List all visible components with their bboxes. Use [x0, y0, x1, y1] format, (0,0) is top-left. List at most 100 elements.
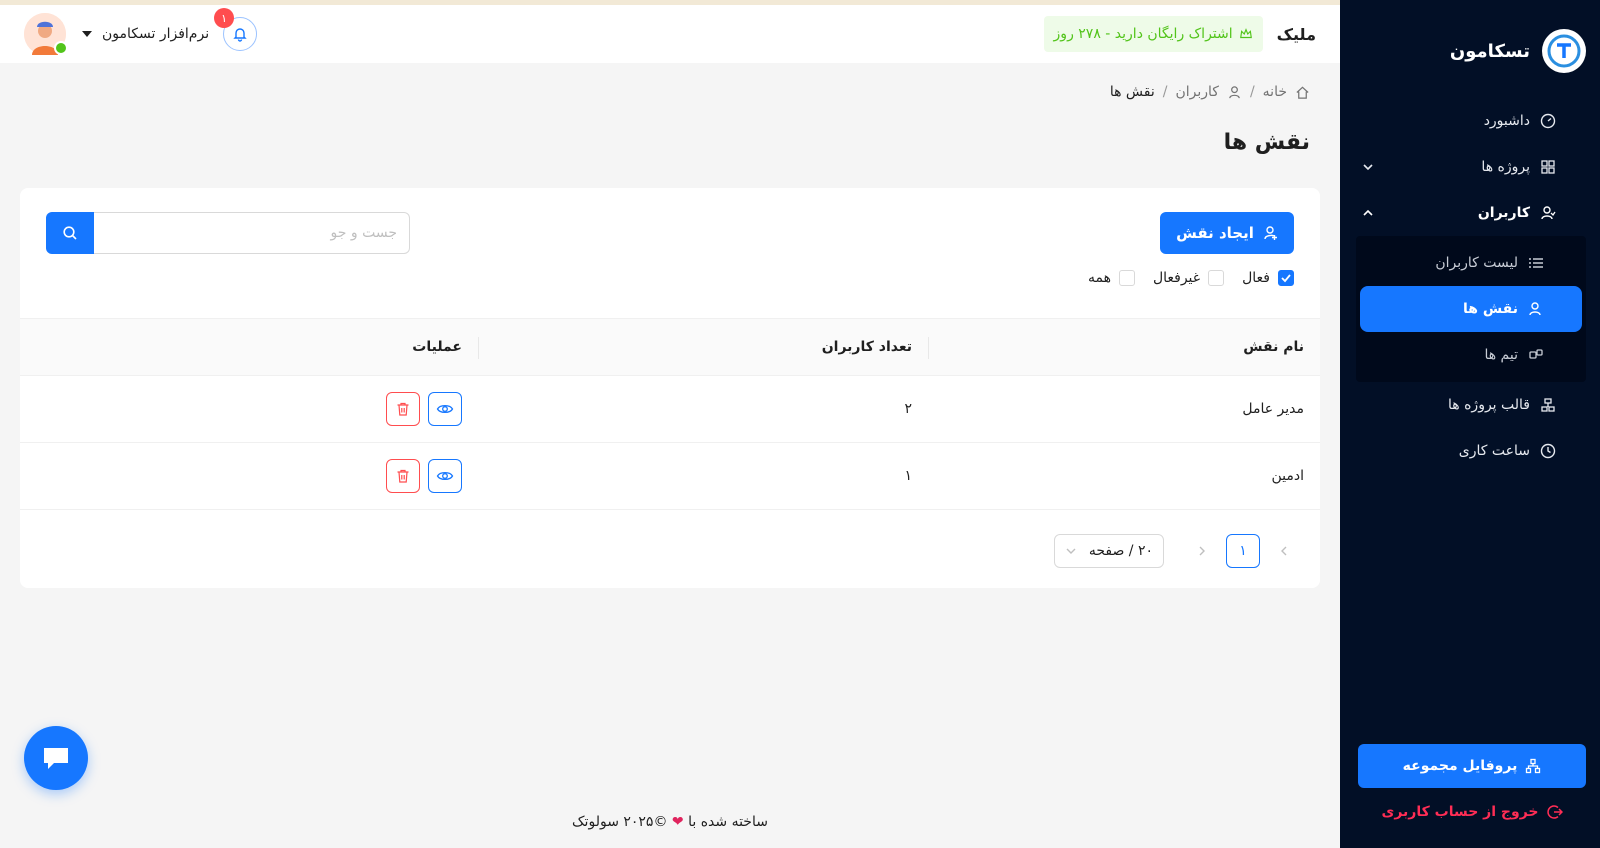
list-icon [1529, 258, 1543, 268]
user-area: نرم‌افزار تسکامون ۱ [24, 8, 258, 55]
brand[interactable]: تسکامون [1450, 28, 1586, 74]
sidebar-item-label: کاربران [1477, 205, 1530, 221]
actions-cell [20, 376, 478, 442]
page-number-button[interactable]: ۱ [1226, 534, 1260, 568]
footer-text-before: ساخته شده با [688, 814, 768, 830]
pagination: ۱ ۲۰ / صفحه [1054, 534, 1294, 568]
check-icon [1281, 274, 1291, 283]
organization-title: ملیک [1276, 24, 1316, 44]
users-submenu: لیست کاربران نقش ها تیم ها [1356, 236, 1586, 382]
user-count-cell: ۱ [904, 468, 912, 484]
logout-label: خروج از حساب کاربری [1381, 804, 1539, 820]
chevron-right-icon [1199, 546, 1205, 556]
dashboard-icon [1540, 113, 1556, 129]
page-size-value: ۲۰ / صفحه [1088, 543, 1153, 559]
filter-inactive[interactable]: غیرفعال [1153, 270, 1225, 286]
view-button[interactable] [428, 459, 462, 493]
sidebar-item-dashboard[interactable]: داشبورد [1340, 98, 1600, 144]
checkbox-all[interactable] [1118, 270, 1135, 286]
user-icon [1229, 85, 1240, 98]
sidebar-item-roles[interactable]: نقش ها [1360, 286, 1582, 332]
page-size-select[interactable]: ۲۰ / صفحه [1054, 534, 1164, 568]
delete-button[interactable] [386, 459, 420, 493]
notifications-button[interactable]: ۱ [214, 8, 258, 51]
sidebar-nav: داشبورد پروژه ها کاربران لیست کاربران نق… [1340, 98, 1600, 474]
sidebar-item-label: لیست کاربران [1435, 255, 1518, 271]
clock-icon [1540, 443, 1556, 459]
create-role-label: ایجاد نقش [1176, 224, 1254, 242]
brand-logo-icon [1542, 29, 1586, 73]
next-page-button[interactable] [1192, 541, 1212, 561]
grid-icon [1541, 160, 1555, 174]
previous-page-button[interactable] [1274, 541, 1294, 561]
search-icon [63, 226, 77, 240]
sidebar-item-users[interactable]: کاربران [1340, 190, 1600, 236]
heart-icon: ❤ [671, 814, 684, 830]
chevron-down-icon [1363, 164, 1373, 171]
chevron-up-icon [1363, 209, 1373, 216]
table-row: مدیر عامل ۲ [20, 376, 1320, 443]
caret-down-icon[interactable] [80, 27, 94, 41]
table-row: ادمین ۱ [20, 443, 1320, 510]
search-input[interactable] [94, 212, 410, 254]
chat-icon [44, 748, 68, 769]
profile-button-label: پروفایل مجموعه [1402, 758, 1518, 774]
chevron-left-icon [1281, 546, 1287, 556]
user-role-icon [1529, 302, 1541, 316]
filter-active[interactable]: فعال [1242, 270, 1294, 286]
breadcrumb: خانه / کاربران / نقش ها [1110, 84, 1310, 100]
sidebar-item-work-hours[interactable]: ساعت کاری [1340, 428, 1600, 474]
org-chart-icon [1526, 758, 1541, 774]
column-header-count: تعداد کاربران [478, 319, 928, 375]
create-role-button[interactable]: ایجاد نقش [1160, 212, 1294, 254]
sidebar-item-label: پروژه ها [1481, 159, 1530, 175]
sidebar-item-label: داشبورد [1483, 113, 1530, 129]
organization-profile-button[interactable]: پروفایل مجموعه [1358, 744, 1586, 788]
breadcrumb-users[interactable]: کاربران [1175, 84, 1218, 100]
status-filters: فعال غیرفعال همه [1088, 270, 1294, 286]
template-icon [1541, 398, 1555, 412]
sidebar-item-users-list[interactable]: لیست کاربران [1360, 240, 1582, 286]
column-header-actions: عملیات [412, 339, 462, 355]
notification-count-badge: ۱ [214, 8, 235, 28]
footer: ساخته شده با ❤ ©۲۰۲۵ سولوتک [0, 814, 1340, 830]
home-icon[interactable] [1295, 85, 1310, 100]
table-header: نام نقش تعداد کاربران عملیات [20, 318, 1320, 376]
sidebar-item-project-templates[interactable]: قالب پروژه ها [1340, 382, 1600, 428]
footer-text-after: ©۲۰۲۵ سولوتک [572, 814, 668, 830]
role-name-cell: مدیر عامل [1242, 401, 1304, 417]
top-header: ملیک اشتراک رایگان دارید - ۲۷۸ روز نرم‌ا… [0, 5, 1340, 63]
team-icon [1529, 349, 1543, 359]
filter-label: همه [1087, 270, 1111, 286]
breadcrumb-separator: / [1162, 84, 1168, 100]
sidebar-item-projects[interactable]: پروژه ها [1340, 144, 1600, 190]
delete-button[interactable] [386, 392, 420, 426]
logout-link[interactable]: خروج از حساب کاربری [1358, 794, 1586, 830]
checkbox-active[interactable] [1278, 270, 1294, 286]
sidebar-item-label: قالب پروژه ها [1448, 397, 1530, 413]
role-name-cell: ادمین [1271, 468, 1304, 484]
breadcrumb-home[interactable]: خانه [1263, 84, 1287, 100]
sidebar: تسکامون داشبورد پروژه ها کاربران لیست کا… [1340, 0, 1600, 848]
avatar[interactable] [24, 13, 68, 55]
user-name[interactable]: نرم‌افزار تسکامون [102, 26, 209, 42]
sidebar-item-teams[interactable]: تیم ها [1360, 332, 1582, 378]
user-count-cell: ۲ [904, 401, 912, 417]
page-title: نقش ها [1223, 130, 1310, 155]
roles-table: نام نقش تعداد کاربران عملیات مدیر عامل ۲… [20, 318, 1320, 510]
roles-card: ایجاد نقش فعال غیرفعال همه نام نقش تعداد… [20, 188, 1320, 588]
filter-all[interactable]: همه [1088, 270, 1135, 286]
sidebar-item-label: تیم ها [1484, 347, 1518, 363]
eye-icon [436, 404, 454, 414]
sidebar-item-label: ساعت کاری [1458, 443, 1530, 459]
actions-cell [20, 443, 478, 509]
checkbox-inactive[interactable] [1208, 270, 1225, 286]
support-chat-button[interactable] [24, 726, 88, 790]
sidebar-item-label: نقش ها [1463, 301, 1518, 317]
breadcrumb-separator: / [1249, 84, 1255, 100]
crown-icon [1239, 28, 1252, 39]
filter-label: فعال [1242, 270, 1270, 286]
search-button[interactable] [46, 212, 94, 254]
logout-icon [1546, 805, 1563, 819]
view-button[interactable] [428, 392, 462, 426]
